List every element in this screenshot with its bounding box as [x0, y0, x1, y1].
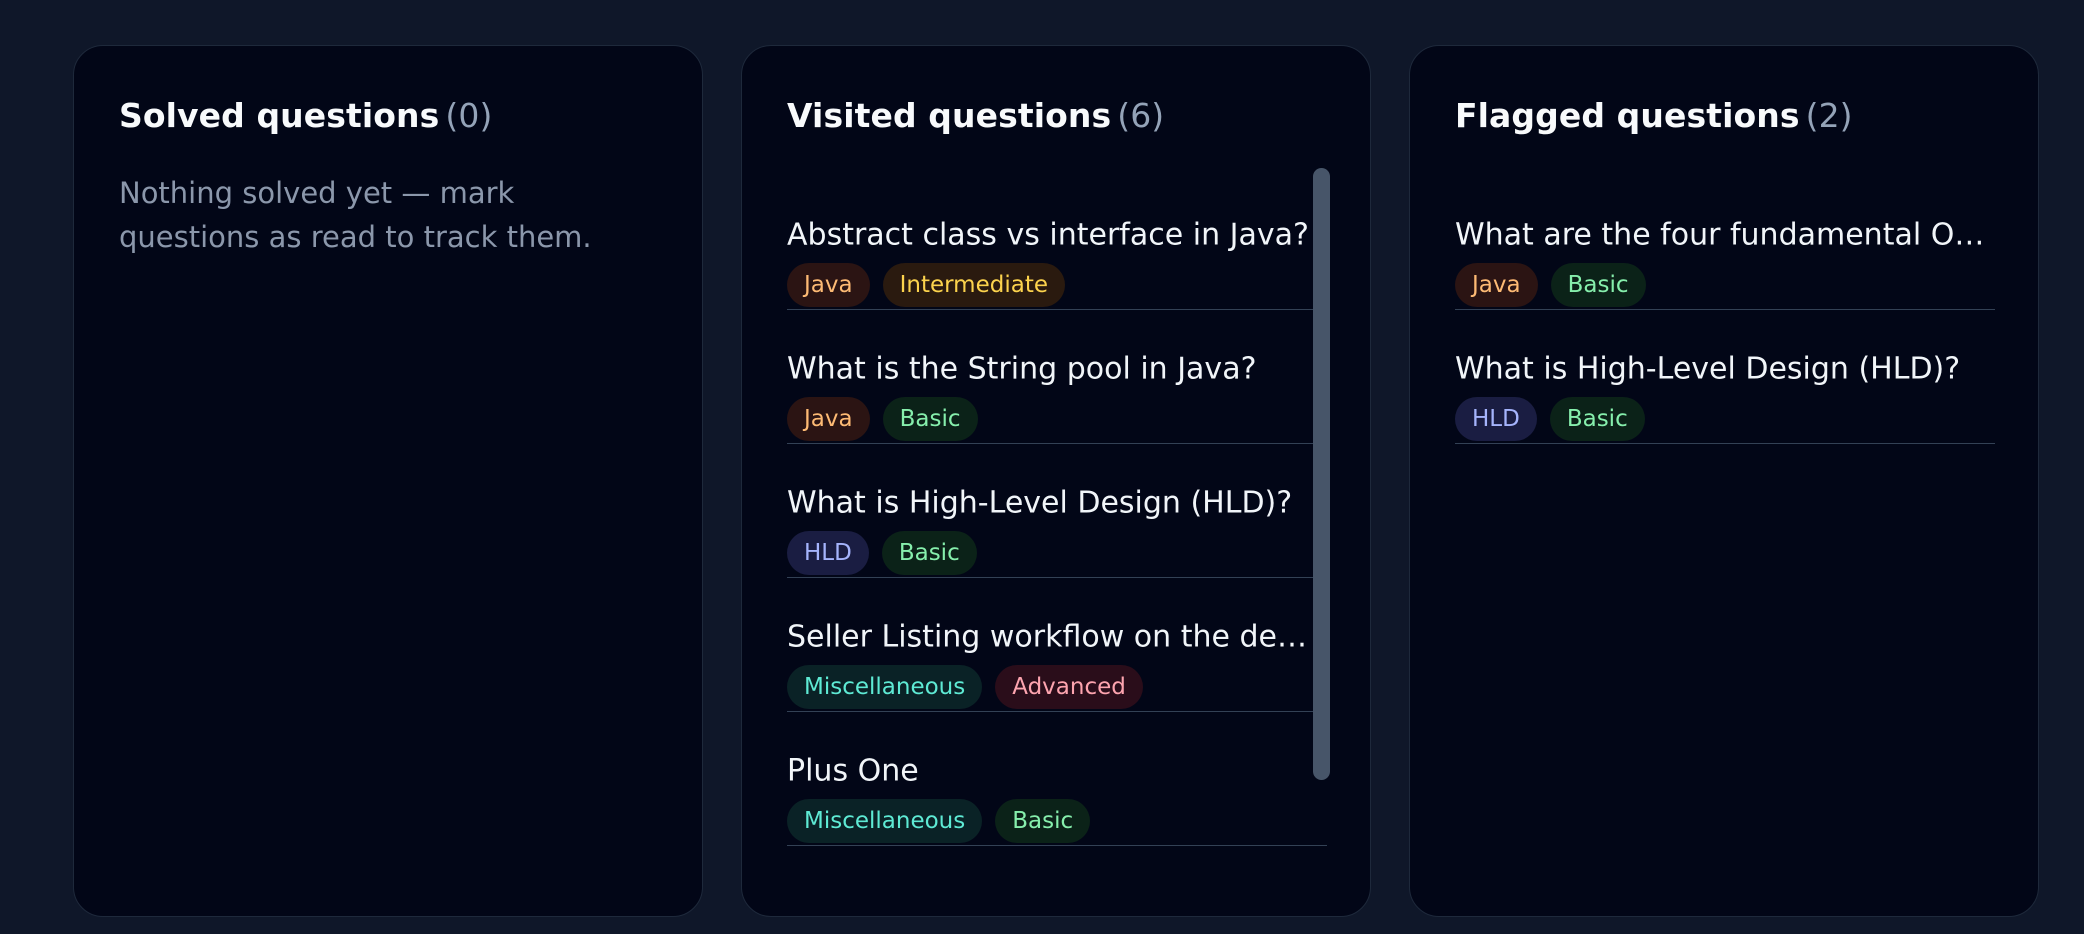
solved-count: (0): [445, 96, 493, 135]
question-tracker-board: Solved questions (0) Nothing solved yet —…: [0, 0, 2084, 934]
flagged-title-text: Flagged questions: [1455, 96, 1800, 135]
tag-java: Java: [1455, 263, 1538, 307]
tag-advanced: Advanced: [995, 665, 1143, 709]
tag-basic: Basic: [1549, 397, 1645, 441]
visited-title-text: Visited questions: [787, 96, 1112, 135]
question-tags: Miscellaneous Advanced: [787, 665, 1143, 709]
solved-panel-title: Solved questions (0): [119, 96, 492, 135]
visited-questions-panel: Visited questions (6) Abstract class vs i…: [741, 45, 1371, 917]
visited-question-list[interactable]: Abstract class vs interface in Java? Java…: [787, 176, 1327, 916]
question-title[interactable]: What are the four fundamental OO...: [1455, 218, 1985, 253]
question-tags: Java Basic: [1455, 263, 1646, 307]
question-tags: Miscellaneous Basic: [787, 799, 1091, 843]
tag-java: Java: [787, 397, 870, 441]
tag-basic: Basic: [995, 799, 1091, 843]
tag-misc: Miscellaneous: [787, 799, 983, 843]
question-list-item[interactable]: Plus One Miscellaneous Basic: [787, 712, 1327, 846]
flagged-questions-panel: Flagged questions (2) What are the four f…: [1409, 45, 2039, 917]
tag-hld: HLD: [1455, 397, 1537, 441]
question-list-item[interactable]: What is the String pool in Java? Java Basi…: [787, 310, 1327, 444]
question-title[interactable]: What is the String pool in Java?: [787, 352, 1257, 387]
tag-basic: Basic: [1550, 263, 1646, 307]
tag-basic: Basic: [882, 397, 978, 441]
question-tags: Java Basic: [787, 397, 978, 441]
flagged-question-list: What are the four fundamental OO... Java B…: [1455, 176, 1995, 916]
tag-misc: Miscellaneous: [787, 665, 983, 709]
question-list-item[interactable]: Abstract class vs interface in Java? Java…: [787, 176, 1327, 310]
question-list-item[interactable]: What are the four fundamental OO... Java B…: [1455, 176, 1995, 310]
visited-panel-title: Visited questions (6): [787, 96, 1164, 135]
question-title[interactable]: What is High-Level Design (HLD)?: [1455, 352, 1960, 387]
solved-questions-panel: Solved questions (0) Nothing solved yet —…: [73, 45, 703, 917]
question-tags: HLD Basic: [1455, 397, 1645, 441]
tag-hld: HLD: [787, 531, 869, 575]
tag-java: Java: [787, 263, 870, 307]
question-tags: Java Intermediate: [787, 263, 1065, 307]
flagged-panel-title: Flagged questions (2): [1455, 96, 1853, 135]
question-list-item[interactable]: What is High-Level Design (HLD)? HLD Basic: [787, 444, 1327, 578]
tag-basic: Basic: [881, 531, 977, 575]
tag-intermediate: Intermediate: [882, 263, 1065, 307]
question-title[interactable]: Seller Listing workflow on the des...: [787, 620, 1317, 655]
flagged-count: (2): [1805, 96, 1853, 135]
visited-list-scrollbar[interactable]: [1313, 168, 1330, 780]
question-title[interactable]: What is High-Level Design (HLD)?: [787, 486, 1292, 521]
question-title[interactable]: Plus One: [787, 754, 919, 789]
question-title[interactable]: Abstract class vs interface in Java?: [787, 218, 1309, 253]
solved-title-text: Solved questions: [119, 96, 440, 135]
question-tags: HLD Basic: [787, 531, 977, 575]
question-list-item[interactable]: Seller Listing workflow on the des... Mis…: [787, 578, 1327, 712]
visited-count: (6): [1117, 96, 1165, 135]
question-list-item[interactable]: What is High-Level Design (HLD)? HLD Basic: [1455, 310, 1995, 444]
solved-empty-message: Nothing solved yet — mark questions as r…: [119, 176, 592, 254]
